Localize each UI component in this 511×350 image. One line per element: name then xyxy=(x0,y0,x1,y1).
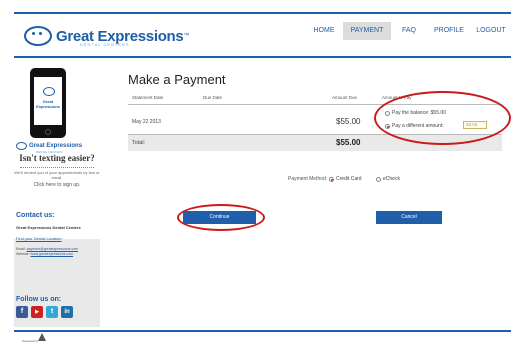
texting-body: We'll remind you of your appointments by… xyxy=(14,170,100,180)
nav-profile[interactable]: PROFILE xyxy=(427,22,471,40)
col-amount-due: Amount Due xyxy=(332,95,358,100)
credit-card-radio[interactable] xyxy=(329,176,334,182)
dotted-divider xyxy=(20,167,94,168)
nav-home[interactable]: HOME xyxy=(305,22,343,40)
nav-faq[interactable]: FAQ xyxy=(391,22,427,40)
total-amount: $55.00 xyxy=(336,138,361,147)
header-bottom-rule xyxy=(14,56,511,58)
row-amount-due: $55.00 xyxy=(336,117,361,126)
social-links: f ▶ t in xyxy=(16,306,76,318)
website-link[interactable]: www.greatexpressions.com xyxy=(31,252,74,256)
annotation-circle-continue xyxy=(177,204,265,231)
email-link[interactable]: payment@greatexpressions.com xyxy=(27,247,78,251)
website-label: Website: xyxy=(16,252,30,256)
logo-trademark: ™ xyxy=(183,33,190,39)
page-title: Make a Payment xyxy=(128,72,226,87)
main-nav: HOME PAYMENT FAQ PROFILE LOGOUT xyxy=(305,22,511,40)
footer-text: Powered by xyxy=(22,339,38,343)
credit-card-label: Credit Card xyxy=(336,176,362,182)
header-top-rule xyxy=(14,12,511,14)
credit-card-option[interactable]: Credit Card xyxy=(329,176,362,182)
phone-home-button-icon xyxy=(45,129,51,135)
contact-org: Great Expressions Dental Centers xyxy=(16,225,81,230)
linkedin-icon[interactable]: in xyxy=(61,306,73,318)
signup-link[interactable]: Click here to sign up. xyxy=(14,182,100,188)
email-label: Email: xyxy=(16,247,26,251)
footer-rule xyxy=(14,330,511,332)
payment-method-label: Payment Method: xyxy=(288,176,328,182)
find-location-link[interactable]: Find your Dental Location xyxy=(16,236,62,241)
row-statement-date: May 22 2013 xyxy=(132,119,161,125)
sidebar-logo: Great Expressions xyxy=(16,142,82,150)
col-statement-date: Statement Date xyxy=(132,95,164,100)
logo-subtitle: DENTAL CENTERS xyxy=(80,42,130,47)
contact-details: Email: payment@greatexpressions.com Webs… xyxy=(16,247,78,257)
col-due-date: Due Date xyxy=(203,95,223,100)
annotation-circle-amount xyxy=(374,91,511,145)
echeck-radio[interactable] xyxy=(376,176,381,182)
phone-image[interactable]: Great Expressions xyxy=(30,68,66,138)
youtube-icon[interactable]: ▶ xyxy=(31,306,43,318)
sidebar-logo-text: Great Expressions xyxy=(29,143,83,149)
twitter-icon[interactable]: t xyxy=(46,306,58,318)
follow-title: Follow us on: xyxy=(16,296,62,303)
smile-logo-icon xyxy=(24,26,52,46)
contact-title: Contact us: xyxy=(16,212,55,219)
cancel-button[interactable]: Cancel xyxy=(376,211,442,224)
texting-heading: Isn't texting easier? xyxy=(19,153,95,163)
nav-payment[interactable]: PAYMENT xyxy=(343,22,391,40)
echeck-label: eCheck xyxy=(383,176,400,182)
echeck-option[interactable]: eCheck xyxy=(376,176,400,182)
phone-screen: Great Expressions xyxy=(34,77,62,125)
sidebar-smile-icon xyxy=(16,142,27,150)
phone-logo-icon xyxy=(43,87,55,96)
total-label: Total: xyxy=(132,140,146,146)
footer-brand-icon xyxy=(38,333,46,341)
facebook-icon[interactable]: f xyxy=(16,306,28,318)
nav-logout[interactable]: LOGOUT xyxy=(471,22,511,40)
phone-logo-text: Great Expressions xyxy=(36,99,60,109)
